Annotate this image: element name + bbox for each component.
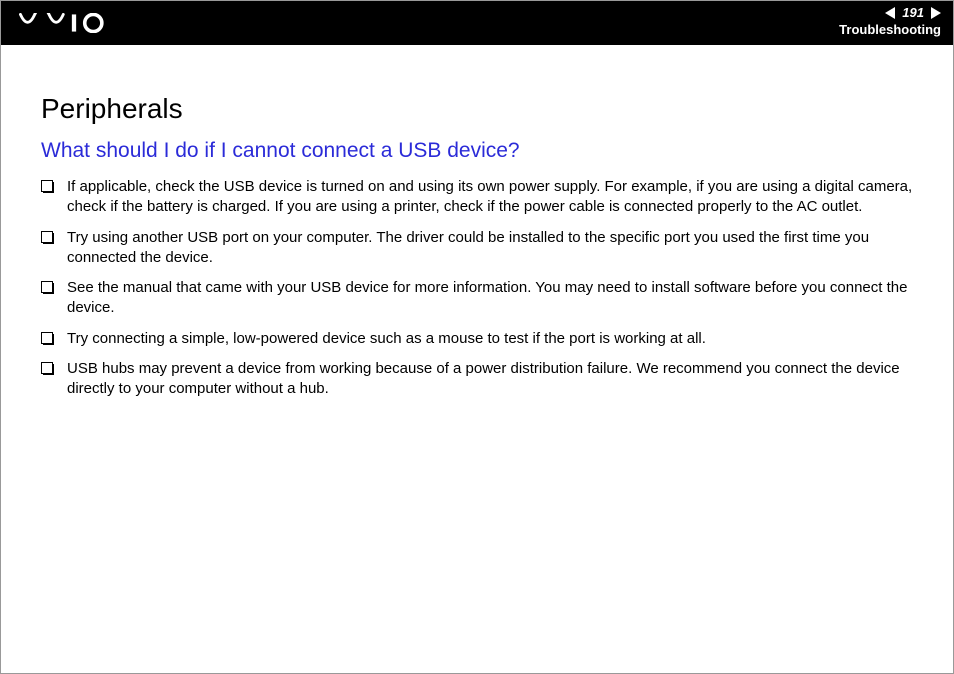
- page-number: 191: [899, 5, 927, 20]
- bullet-text: Try connecting a simple, low-powered dev…: [67, 329, 913, 349]
- next-page-arrow-icon[interactable]: [931, 7, 941, 19]
- list-item: If applicable, check the USB device is t…: [41, 177, 913, 218]
- bullet-icon: [41, 180, 53, 192]
- list-item: Try using another USB port on your compu…: [41, 228, 913, 269]
- bullet-list: If applicable, check the USB device is t…: [41, 177, 913, 399]
- list-item: Try connecting a simple, low-powered dev…: [41, 329, 913, 349]
- bullet-text: If applicable, check the USB device is t…: [67, 177, 913, 218]
- list-item: USB hubs may prevent a device from worki…: [41, 359, 913, 400]
- bullet-text: See the manual that came with your USB d…: [67, 278, 913, 319]
- page-title: Peripherals: [41, 93, 913, 125]
- header-bar: 191 Troubleshooting: [1, 1, 953, 45]
- page-nav: 191: [885, 5, 941, 20]
- subheading: What should I do if I cannot connect a U…: [41, 139, 913, 163]
- bullet-text: Try using another USB port on your compu…: [67, 228, 913, 269]
- section-label: Troubleshooting: [839, 22, 941, 37]
- list-item: See the manual that came with your USB d…: [41, 278, 913, 319]
- bullet-text: USB hubs may prevent a device from worki…: [67, 359, 913, 400]
- vaio-logo: [19, 1, 119, 45]
- prev-page-arrow-icon[interactable]: [885, 7, 895, 19]
- header-right: 191 Troubleshooting: [839, 1, 941, 37]
- bullet-icon: [41, 362, 53, 374]
- bullet-icon: [41, 231, 53, 243]
- bullet-icon: [41, 332, 53, 344]
- content-area: Peripherals What should I do if I cannot…: [1, 45, 953, 429]
- bullet-icon: [41, 281, 53, 293]
